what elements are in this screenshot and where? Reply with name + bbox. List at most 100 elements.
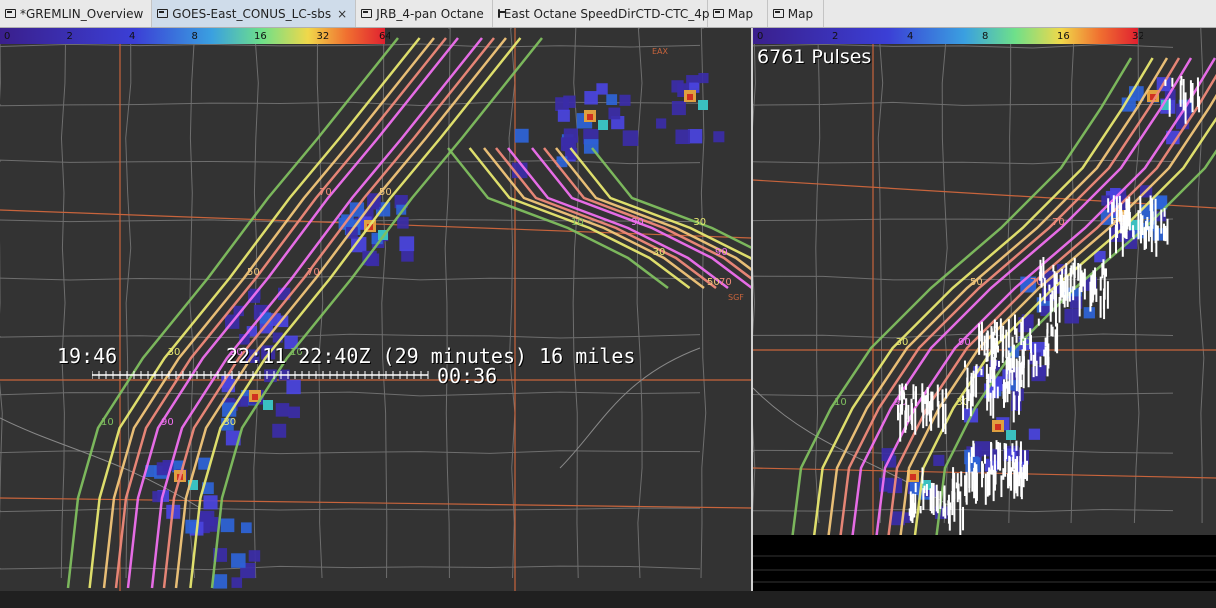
- colorbar-tick: 2: [67, 31, 73, 42]
- map-pane-right[interactable]: 10305070909070503010 02481632 6761 Pulse…: [753, 28, 1216, 535]
- empty-pane-area: [753, 535, 1216, 591]
- tab-label: JRB_4-pan Octane: [376, 6, 484, 21]
- county-line: [253, 28, 259, 579]
- density-cell: [1064, 308, 1079, 324]
- contour-label: 90: [958, 337, 971, 348]
- density-cell: [1028, 428, 1041, 440]
- county-line: [0, 333, 701, 339]
- density-cell: [288, 406, 300, 419]
- county-line: [753, 101, 1174, 106]
- density-cell: [687, 129, 703, 144]
- station-label-eax: EAX: [652, 47, 669, 56]
- time-end-label: 00:36: [437, 364, 498, 388]
- county-line: [753, 159, 1174, 165]
- density-cell: [1006, 430, 1016, 440]
- tab-label: Map: [727, 6, 754, 21]
- density-cell: [248, 550, 261, 562]
- density-cell: [272, 423, 287, 438]
- contour-label: 70: [1052, 217, 1065, 228]
- density-cell: [263, 400, 273, 410]
- tab-label: East Octane SpeedDirCTD-CTC_4p: [503, 6, 710, 21]
- contour-line: [591, 147, 751, 249]
- colorbar-tick: 8: [982, 31, 988, 42]
- colorbar-right: 0 2 4 8 16 32: [753, 28, 1143, 44]
- tab-label: Map: [787, 6, 814, 21]
- density-cell: [1083, 307, 1095, 319]
- density-cell: [933, 454, 945, 466]
- county-line: [188, 28, 196, 579]
- colorbar-tick: 32: [1132, 31, 1143, 42]
- flash-density: [879, 77, 1193, 526]
- tab-map-2[interactable]: Map: [768, 0, 824, 27]
- time-start-label: 19:46: [57, 344, 118, 368]
- contour-label: 50: [707, 277, 720, 288]
- density-cell: [397, 217, 409, 229]
- county-line: [0, 28, 3, 522]
- colorbar-tick: 64: [379, 31, 390, 42]
- colorbar-tick: 8: [192, 31, 198, 42]
- density-cell: [275, 403, 290, 417]
- map-icon: [497, 9, 505, 18]
- density-cell: [698, 72, 709, 84]
- county-line: [381, 28, 388, 579]
- density-cell-hot: [910, 474, 916, 480]
- colorbar-left: 0 2 4 8 16 32 64: [0, 28, 390, 44]
- density-cell-hot: [687, 94, 693, 100]
- tab-gremlin-overview[interactable]: *GREMLIN_Overview: [0, 0, 153, 27]
- contour-label: 30: [168, 347, 181, 358]
- colorbar-tick: 0: [757, 31, 763, 42]
- density-cell: [1155, 196, 1167, 208]
- density-cell: [231, 577, 243, 588]
- contours: [66, 37, 543, 589]
- map-icon: [361, 9, 373, 18]
- density-cell: [713, 131, 725, 143]
- contour-label: 50: [379, 187, 392, 198]
- time-range-label: 22:11 22:40Z (29 minutes) 16 miles: [226, 344, 636, 368]
- colorbar-tick: 4: [129, 31, 135, 42]
- density-cell: [671, 80, 684, 93]
- colorbar-tick: 2: [832, 31, 838, 42]
- density-cell: [220, 518, 235, 533]
- map-canvas-left[interactable]: 1030507090907050301010305070909070503010…: [0, 28, 751, 591]
- tab-map-1[interactable]: Map: [708, 0, 768, 27]
- colorbar-tick: 16: [1057, 31, 1070, 42]
- colorbar-gradient: [753, 28, 1138, 44]
- county-line: [753, 28, 756, 514]
- density-cell: [240, 522, 252, 534]
- close-icon[interactable]: ×: [337, 7, 347, 21]
- map-canvas-right[interactable]: 10305070909070503010: [753, 28, 1216, 535]
- density-cell: [231, 553, 246, 568]
- county-line: [0, 43, 701, 48]
- contour-label: 90: [161, 417, 174, 428]
- contour-line: [66, 37, 399, 589]
- contour-label: 90: [631, 217, 644, 228]
- density-cell: [698, 100, 708, 110]
- map-pane-left[interactable]: 1030507090907050301010305070909070503010…: [0, 28, 751, 591]
- county-line: [0, 159, 701, 165]
- density-cell: [584, 91, 598, 105]
- tab-jrb-4pan-octane[interactable]: JRB_4-pan Octane: [356, 0, 493, 27]
- contour-label: 90: [715, 247, 728, 258]
- density-cell: [212, 574, 228, 589]
- contour-line: [174, 37, 507, 589]
- contour-label: 70: [719, 277, 732, 288]
- colorbar-tick: 0: [4, 31, 10, 42]
- colorbar-tick: 32: [317, 31, 330, 42]
- county-line: [815, 28, 821, 524]
- tab-east-octane[interactable]: East Octane SpeedDirCTD-CTC_4p: [493, 0, 710, 27]
- contour-label: 50: [970, 277, 983, 288]
- density-cell: [619, 94, 631, 106]
- density-cell: [156, 462, 170, 476]
- density-cell: [974, 441, 990, 457]
- county-line: [508, 28, 516, 579]
- county-line: [0, 450, 701, 455]
- distance-scale[interactable]: [92, 368, 432, 382]
- density-cell: [671, 101, 686, 116]
- tab-goes-east-conus[interactable]: GOES-East_CONUS_LC-sbs ×: [152, 0, 357, 27]
- county-lines: [0, 28, 707, 579]
- density-cell: [557, 109, 570, 122]
- tab-bar: *GREMLIN_Overview GOES-East_CONUS_LC-sbs…: [0, 0, 1216, 28]
- contour-label: 30: [223, 417, 236, 428]
- contour-label: 70: [307, 267, 320, 278]
- density-cell: [562, 137, 577, 152]
